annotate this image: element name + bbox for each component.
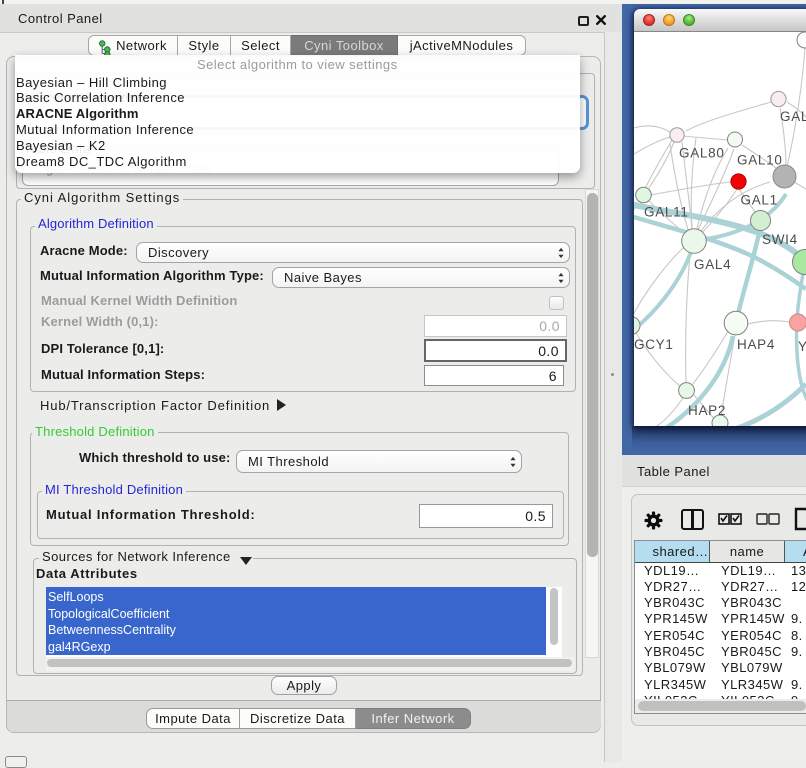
svg-text:HAP2: HAP2 <box>688 403 726 418</box>
svg-text:GAL4: GAL4 <box>694 257 731 272</box>
svg-text:GCY1: GCY1 <box>634 337 674 352</box>
svg-text:HAP4: HAP4 <box>737 337 775 352</box>
svg-text:GAL11: GAL11 <box>644 205 689 220</box>
svg-text:SWI4: SWI4 <box>762 232 798 247</box>
svg-text:YM: YM <box>798 339 806 354</box>
svg-text:GAL7: GAL7 <box>780 109 806 124</box>
svg-text:GAL1: GAL1 <box>741 193 778 208</box>
svg-text:GAL10: GAL10 <box>737 153 783 168</box>
svg-text:GAL80: GAL80 <box>679 146 725 161</box>
